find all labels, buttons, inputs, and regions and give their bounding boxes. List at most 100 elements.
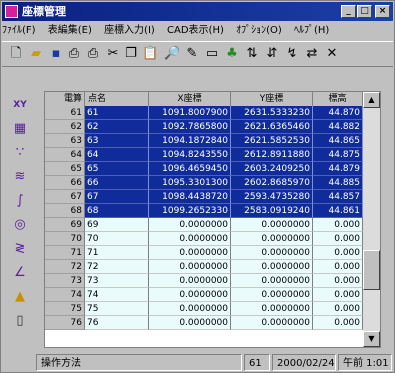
row-number-cell[interactable]: 67	[45, 190, 85, 204]
x-coordinate-cell[interactable]: 0.0000000	[149, 274, 231, 288]
y-coordinate-cell[interactable]: 0.0000000	[231, 246, 313, 260]
y-coordinate-cell[interactable]: 2612.8911880	[231, 148, 313, 162]
menu-coord-input[interactable]: 座標入力(I)	[104, 25, 155, 36]
row-number-cell[interactable]: 69	[45, 218, 85, 232]
elevation-cell[interactable]: 0.000	[313, 288, 363, 302]
row-number-cell[interactable]: 72	[45, 260, 85, 274]
point-name-cell[interactable]: 72	[85, 260, 149, 274]
y-coordinate-cell[interactable]: 2602.8685970	[231, 176, 313, 190]
point-name-cell[interactable]: 76	[85, 316, 149, 330]
x-coordinate-cell[interactable]: 1098.4438720	[149, 190, 231, 204]
point-name-cell[interactable]: 62	[85, 120, 149, 134]
table-row[interactable]: 64 64 1094.8243550 2612.8911880 44.875	[45, 148, 363, 162]
document-icon[interactable]: ▯	[11, 312, 29, 330]
sort-descending-icon[interactable]: ⇵	[264, 46, 280, 62]
elevation-cell[interactable]: 44.875	[313, 148, 363, 162]
x-coordinate-cell[interactable]: 0.0000000	[149, 302, 231, 316]
point-name-cell[interactable]: 73	[85, 274, 149, 288]
elevation-cell[interactable]: 44.879	[313, 162, 363, 176]
table-row[interactable]: 71 71 0.0000000 0.0000000 0.000	[45, 246, 363, 260]
y-coordinate-cell[interactable]: 2583.0919240	[231, 204, 313, 218]
x-coordinate-cell[interactable]: 1099.2652330	[149, 204, 231, 218]
header-x[interactable]: X座標	[149, 92, 231, 106]
convert-icon[interactable]: ↯	[284, 46, 300, 62]
table-row[interactable]: 61 61 1091.8007900 2631.5333230 44.870	[45, 106, 363, 120]
row-number-cell[interactable]: 76	[45, 316, 85, 330]
elevation-cell[interactable]: 44.870	[313, 106, 363, 120]
x-coordinate-cell[interactable]: 1094.1872840	[149, 134, 231, 148]
elevation-cell[interactable]: 44.865	[313, 134, 363, 148]
elevation-cell[interactable]: 0.000	[313, 316, 363, 330]
elevation-cell[interactable]: 0.000	[313, 274, 363, 288]
header-name[interactable]: 点名	[85, 92, 149, 106]
y-coordinate-cell[interactable]: 0.0000000	[231, 288, 313, 302]
header-no[interactable]: 電算	[45, 92, 85, 106]
elevation-cell[interactable]: 44.857	[313, 190, 363, 204]
wave-icon[interactable]: ≋	[11, 168, 29, 186]
elevation-cell[interactable]: 0.000	[313, 302, 363, 316]
point-name-cell[interactable]: 65	[85, 162, 149, 176]
x-coordinate-cell[interactable]: 1092.7865800	[149, 120, 231, 134]
open-folder-icon[interactable]: ▰	[28, 46, 44, 62]
row-number-cell[interactable]: 74	[45, 288, 85, 302]
compass-icon[interactable]: ◎	[11, 216, 29, 234]
table-row[interactable]: 63 63 1094.1872840 2621.5852530 44.865	[45, 134, 363, 148]
point-name-cell[interactable]: 67	[85, 190, 149, 204]
y-coordinate-cell[interactable]: 2603.2409250	[231, 162, 313, 176]
y-coordinate-cell[interactable]: 0.0000000	[231, 260, 313, 274]
point-name-cell[interactable]: 75	[85, 302, 149, 316]
x-coordinate-cell[interactable]: 0.0000000	[149, 260, 231, 274]
menu-options[interactable]: ｵﾌﾟｼｮﾝ(O)	[236, 25, 282, 36]
point-name-cell[interactable]: 68	[85, 204, 149, 218]
y-coordinate-cell[interactable]: 0.0000000	[231, 232, 313, 246]
table-row[interactable]: 66 66 1095.3301300 2602.8685970 44.885	[45, 176, 363, 190]
zigzag-icon[interactable]: ≷	[11, 240, 29, 258]
y-coordinate-cell[interactable]: 2631.5333230	[231, 106, 313, 120]
close-button[interactable]: ×	[375, 5, 390, 18]
close-icon[interactable]: ✕	[324, 46, 340, 62]
row-number-cell[interactable]: 61	[45, 106, 85, 120]
point-name-cell[interactable]: 74	[85, 288, 149, 302]
table-icon[interactable]: ▦	[11, 120, 29, 138]
cut-icon[interactable]: ✂	[105, 46, 121, 62]
point-name-cell[interactable]: 61	[85, 106, 149, 120]
menu-edit-table[interactable]: 表編集(E)	[48, 25, 92, 36]
row-number-cell[interactable]: 70	[45, 232, 85, 246]
table-row[interactable]: 74 74 0.0000000 0.0000000 0.000	[45, 288, 363, 302]
row-number-cell[interactable]: 66	[45, 176, 85, 190]
x-coordinate-cell[interactable]: 1096.4659450	[149, 162, 231, 176]
copy-icon[interactable]: ❐	[123, 46, 139, 62]
row-number-cell[interactable]: 75	[45, 302, 85, 316]
table-row[interactable]: 73 73 0.0000000 0.0000000 0.000	[45, 274, 363, 288]
elevation-cell[interactable]: 44.885	[313, 176, 363, 190]
table-row[interactable]: 72 72 0.0000000 0.0000000 0.000	[45, 260, 363, 274]
window-icon[interactable]: ▭	[204, 46, 220, 62]
y-coordinate-cell[interactable]: 2593.4735280	[231, 190, 313, 204]
table-row[interactable]: 76 76 0.0000000 0.0000000 0.000	[45, 316, 363, 330]
app-icon[interactable]	[5, 5, 18, 18]
find-icon[interactable]: 🔎	[164, 46, 180, 62]
x-coordinate-cell[interactable]: 0.0000000	[149, 218, 231, 232]
elevation-cell[interactable]: 0.000	[313, 246, 363, 260]
table-row[interactable]: 65 65 1096.4659450 2603.2409250 44.879	[45, 162, 363, 176]
point-name-cell[interactable]: 63	[85, 134, 149, 148]
table-row[interactable]: 69 69 0.0000000 0.0000000 0.000	[45, 218, 363, 232]
maximize-button[interactable]: □	[357, 5, 372, 18]
print-icon[interactable]: ⎙	[85, 46, 101, 62]
save-icon[interactable]: ▪	[48, 46, 64, 62]
y-coordinate-cell[interactable]: 0.0000000	[231, 218, 313, 232]
elevation-cell[interactable]: 44.882	[313, 120, 363, 134]
y-coordinate-cell[interactable]: 0.0000000	[231, 274, 313, 288]
point-name-cell[interactable]: 64	[85, 148, 149, 162]
elevation-cell[interactable]: 0.000	[313, 218, 363, 232]
print-preview-icon[interactable]: ⎙	[66, 46, 82, 62]
row-number-cell[interactable]: 64	[45, 148, 85, 162]
sort-ascending-icon[interactable]: ⇅	[244, 46, 260, 62]
menu-file[interactable]: ﾌｧｲﾙ(F)	[2, 25, 36, 36]
table-row[interactable]: 62 62 1092.7865800 2621.6365460 44.882	[45, 120, 363, 134]
table-row[interactable]: 70 70 0.0000000 0.0000000 0.000	[45, 232, 363, 246]
thumb-icon[interactable]: ♣	[224, 46, 240, 62]
x-coordinate-cell[interactable]: 0.0000000	[149, 232, 231, 246]
scroll-up-button[interactable]: ▲	[363, 92, 380, 108]
table-row[interactable]: 68 68 1099.2652330 2583.0919240 44.861	[45, 204, 363, 218]
